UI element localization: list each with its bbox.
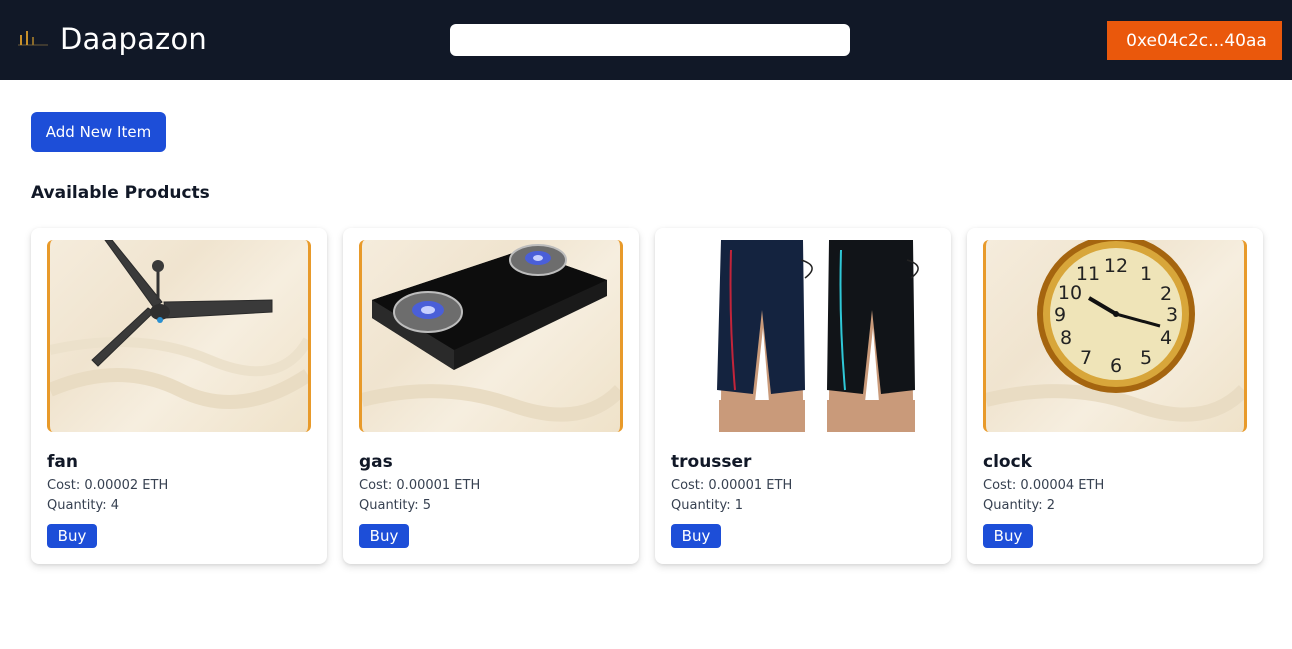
search-input[interactable]	[450, 24, 850, 56]
wallet-address-button[interactable]: 0xe04c2c...40aa	[1107, 21, 1282, 60]
product-cost: Cost: 0.00001 ETH	[671, 478, 793, 493]
svg-text:8: 8	[1060, 327, 1072, 349]
svg-text:10: 10	[1058, 282, 1082, 304]
product-name: fan	[47, 452, 78, 472]
product-card: gas Cost: 0.00001 ETH Quantity: 5 Buy	[343, 228, 639, 564]
add-new-item-button[interactable]: Add New Item	[31, 112, 166, 152]
svg-text:1: 1	[1140, 263, 1152, 285]
product-card: trousser Cost: 0.00001 ETH Quantity: 1 B…	[655, 228, 951, 564]
product-card: fan Cost: 0.00002 ETH Quantity: 4 Buy	[31, 228, 327, 564]
ceiling-fan-image	[47, 240, 311, 432]
product-card: 12 1 2 3 4 5 6 7 8 9 10 11 clock Cost: 0…	[967, 228, 1263, 564]
svg-text:12: 12	[1104, 255, 1128, 277]
product-quantity: Quantity: 2	[983, 498, 1056, 513]
product-quantity: Quantity: 1	[671, 498, 744, 513]
buy-button[interactable]: Buy	[47, 524, 97, 548]
product-cost: Cost: 0.00001 ETH	[359, 478, 481, 493]
product-name: trousser	[671, 452, 752, 472]
product-quantity: Quantity: 4	[47, 498, 120, 513]
svg-text:2: 2	[1160, 283, 1172, 305]
section-title: Available Products	[31, 183, 210, 203]
svg-text:7: 7	[1080, 347, 1092, 369]
svg-text:5: 5	[1140, 347, 1152, 369]
gas-stove-image	[359, 240, 623, 432]
brand-name[interactable]: Daapazon	[60, 22, 207, 56]
product-name: clock	[983, 452, 1032, 472]
buy-button[interactable]: Buy	[983, 524, 1033, 548]
product-name: gas	[359, 452, 393, 472]
svg-text:4: 4	[1160, 327, 1172, 349]
svg-text:3: 3	[1166, 304, 1178, 326]
wall-clock-image: 12 1 2 3 4 5 6 7 8 9 10 11	[983, 240, 1247, 432]
product-cost: Cost: 0.00004 ETH	[983, 478, 1105, 493]
store-logo-icon	[18, 31, 48, 46]
svg-text:6: 6	[1110, 355, 1122, 377]
navbar: Daapazon 0xe04c2c...40aa	[0, 0, 1292, 80]
buy-button[interactable]: Buy	[671, 524, 721, 548]
buy-button[interactable]: Buy	[359, 524, 409, 548]
product-cost: Cost: 0.00002 ETH	[47, 478, 169, 493]
svg-text:11: 11	[1076, 263, 1100, 285]
shorts-image	[671, 240, 935, 432]
product-quantity: Quantity: 5	[359, 498, 432, 513]
svg-text:9: 9	[1054, 304, 1066, 326]
